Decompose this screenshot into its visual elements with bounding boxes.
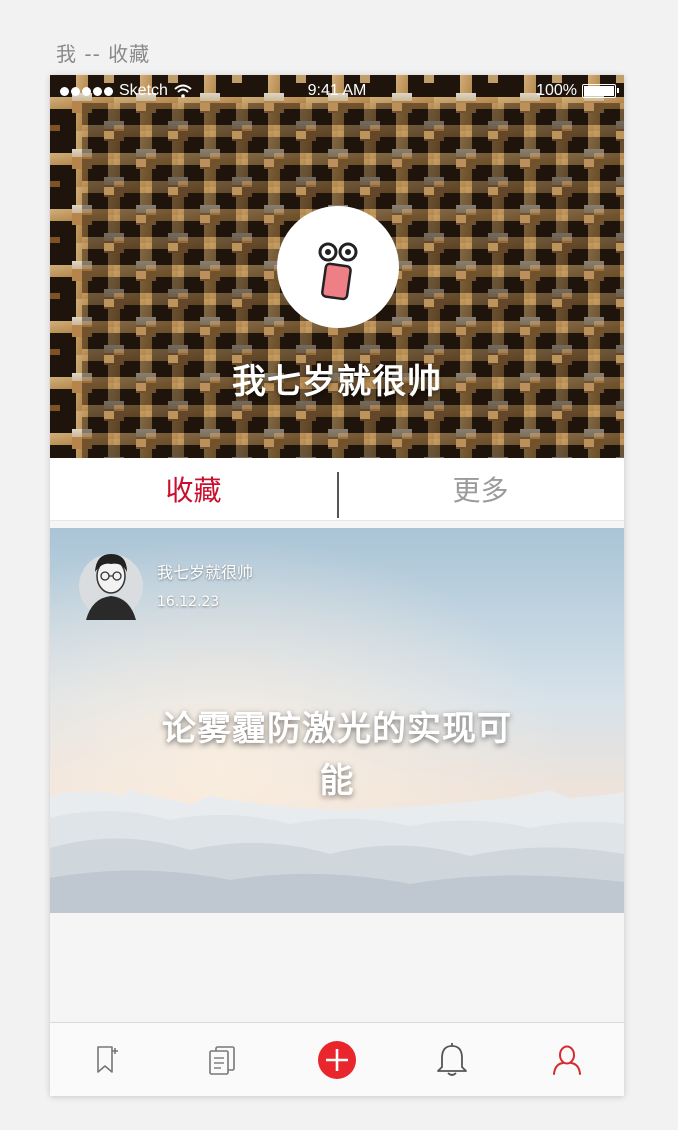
profile-tabs: 收藏 更多 [50, 458, 624, 521]
tab-favorites[interactable]: 收藏 [50, 458, 337, 520]
nav-bookmark[interactable] [77, 1030, 137, 1090]
user-icon [552, 1045, 581, 1075]
profile-username: 我七岁就很帅 [232, 362, 442, 402]
tab-more[interactable]: 更多 [337, 458, 624, 520]
nav-profile[interactable] [537, 1030, 597, 1090]
tab-divider [337, 472, 339, 518]
bottom-nav [50, 1022, 624, 1096]
nav-add[interactable] [307, 1030, 367, 1090]
surprised-face-icon [318, 242, 358, 301]
bookmark-add-icon [97, 1045, 119, 1073]
author-name: 我七岁就很帅 [157, 563, 254, 582]
author-info: 我七岁就很帅 16.12.23 [157, 559, 257, 616]
battery-percent: 100% [536, 82, 577, 99]
profile-avatar[interactable] [277, 206, 399, 328]
nav-documents[interactable] [192, 1030, 252, 1090]
add-circle-icon [317, 1040, 356, 1079]
nav-notifications[interactable] [422, 1030, 482, 1090]
article-title[interactable]: 论雾霾防激光的实现可能 [145, 703, 529, 807]
page-title: 我 -- 收藏 [56, 42, 151, 66]
phone-screen: Sketch 9:41 AM 100% 我七岁就很帅 收藏 更多 我七岁就很帅1… [50, 75, 624, 1096]
documents-icon [209, 1045, 235, 1075]
bell-icon [436, 1042, 467, 1076]
author-avatar[interactable] [78, 542, 144, 622]
feed-card[interactable]: 我七岁就很帅 16.12.23 论雾霾防激光的实现可能 [50, 528, 624, 913]
battery-icon [582, 84, 619, 98]
profile-header: Sketch 9:41 AM 100% 我七岁就很帅 [50, 75, 624, 458]
post-date: 16.12.23 [157, 594, 220, 610]
status-bar: Sketch 9:41 AM 100% [50, 75, 624, 109]
